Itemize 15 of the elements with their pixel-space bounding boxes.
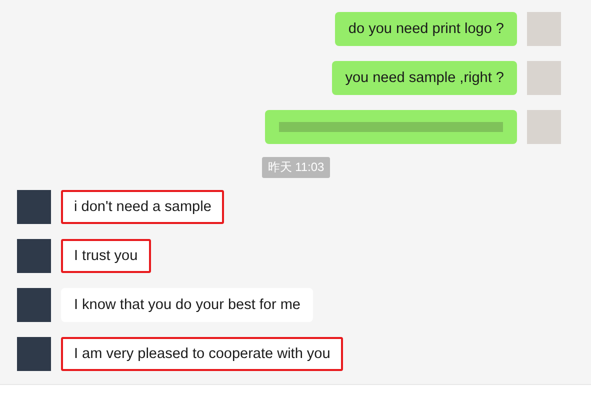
input-area[interactable] [0, 384, 591, 400]
avatar-photo[interactable] [527, 110, 561, 144]
message-bubble: i don't need a sample [61, 190, 224, 224]
message-bubble: I know that you do your best for me [61, 288, 314, 322]
message-bubble: you need sample ,right ? [332, 61, 517, 95]
avatar-photo[interactable] [527, 12, 561, 46]
avatar-photo[interactable] [17, 239, 51, 273]
avatar-photo[interactable] [17, 190, 51, 224]
timestamp: 昨天 11:03 [262, 157, 330, 178]
message-bubble: I am very pleased to cooperate with you [61, 337, 344, 371]
message-bubble: do you need print logo ? [335, 12, 517, 46]
message-bubble: I trust you [61, 239, 151, 273]
avatar-photo[interactable] [17, 288, 51, 322]
avatar-photo[interactable] [17, 337, 51, 371]
avatar-photo[interactable] [527, 61, 561, 95]
